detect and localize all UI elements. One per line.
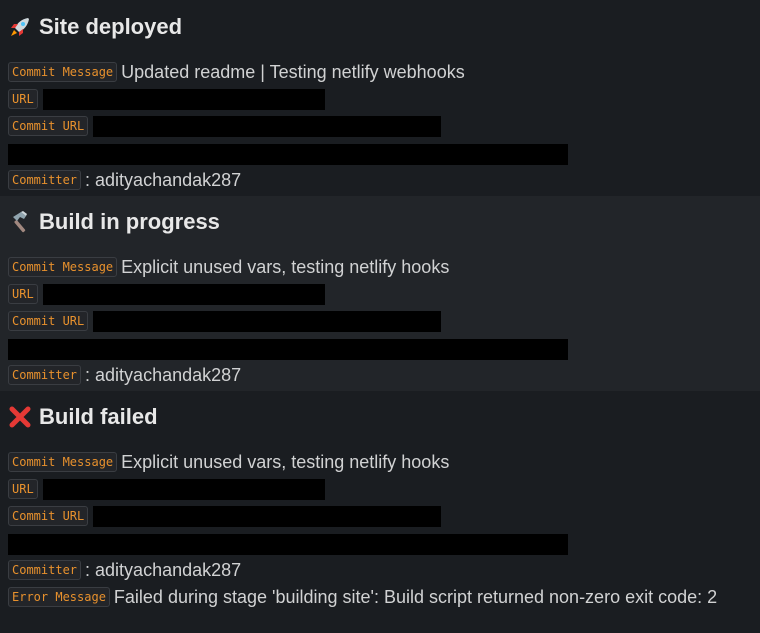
commit-url-row: Commit URL [8, 504, 442, 528]
url-row: URL [8, 87, 325, 111]
committer-row: Committer : adityachandak287 [8, 363, 241, 387]
committer-label: Committer [8, 365, 82, 385]
commit-url-label: Commit URL [8, 506, 89, 526]
message-title-text: Site deployed [39, 14, 183, 39]
message-site-deployed[interactable]: Site deployed Commit Message Updated rea… [0, 0, 760, 196]
url-row: URL [8, 282, 325, 306]
hammer-icon [7, 209, 33, 235]
commit-message-text: Explicit unused vars, testing netlify ho… [121, 256, 450, 277]
commit-message-label: Commit Message [8, 257, 118, 277]
committer-name: : adityachandak287 [85, 559, 242, 580]
redacted-url [42, 88, 325, 110]
message-title: Build in progress [7, 207, 220, 237]
redacted-commit-url-continued [8, 534, 568, 555]
commit-url-label: Commit URL [8, 116, 89, 136]
commit-message-label: Commit Message [8, 62, 118, 82]
commit-message-row: Commit Message Explicit unused vars, tes… [8, 255, 449, 279]
commit-message-row: Commit Message Explicit unused vars, tes… [8, 450, 449, 474]
url-label: URL [8, 479, 38, 499]
url-label: URL [8, 284, 38, 304]
redacted-url [42, 283, 325, 305]
url-label: URL [8, 89, 38, 109]
rocket-icon [7, 14, 33, 40]
message-title: Build failed [7, 402, 158, 432]
redacted-url [42, 478, 325, 500]
redacted-commit-url [93, 310, 442, 332]
committer-row: Committer : adityachandak287 [8, 558, 241, 582]
commit-url-row: Commit URL [8, 309, 442, 333]
redacted-commit-url-continued [8, 144, 568, 165]
commit-message-text: Updated readme | Testing netlify webhook… [121, 61, 465, 82]
message-title: Site deployed [7, 12, 182, 42]
cross-mark-icon [7, 404, 33, 430]
committer-name: : adityachandak287 [85, 364, 242, 385]
error-message-text: Failed during stage 'building site': Bui… [113, 586, 718, 607]
url-row: URL [8, 477, 325, 501]
commit-url-row: Commit URL [8, 114, 442, 138]
committer-name: : adityachandak287 [85, 169, 242, 190]
commit-message-text: Explicit unused vars, testing netlify ho… [121, 451, 450, 472]
redacted-commit-url [93, 505, 442, 527]
error-message-label: Error Message [8, 587, 110, 607]
commit-message-label: Commit Message [8, 452, 118, 472]
message-title-text: Build in progress [39, 209, 220, 234]
committer-label: Committer [8, 560, 82, 580]
message-title-text: Build failed [39, 404, 158, 429]
redacted-commit-url-continued [8, 339, 568, 360]
commit-url-label: Commit URL [8, 311, 89, 331]
committer-row: Committer : adityachandak287 [8, 168, 241, 192]
redacted-commit-url [93, 115, 442, 137]
message-build-failed[interactable]: Build failed Commit Message Explicit unu… [0, 391, 760, 633]
commit-message-row: Commit Message Updated readme | Testing … [8, 60, 465, 84]
committer-label: Committer [8, 170, 82, 190]
message-build-in-progress[interactable]: Build in progress Commit Message Explici… [0, 196, 760, 391]
error-message-row: Error Message Failed during stage 'build… [8, 585, 717, 609]
